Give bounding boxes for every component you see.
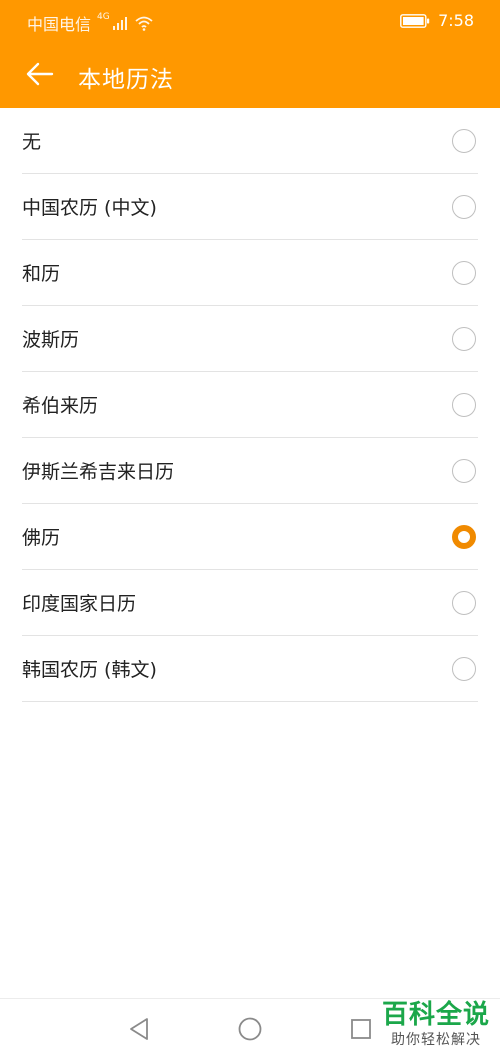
option-label: 印度国家日历 (22, 593, 137, 615)
battery-icon (400, 13, 430, 28)
nav-recents-button[interactable] (345, 1013, 377, 1045)
option-label: 佛历 (22, 527, 61, 549)
option-label: 和历 (22, 263, 61, 285)
app-header: 本地历法 (0, 42, 500, 108)
radio-button[interactable] (452, 458, 476, 483)
option-label: 中国农历 (中文) (22, 197, 157, 219)
list-item[interactable]: 和历 (22, 240, 478, 306)
list-item[interactable]: 印度国家日历 (22, 570, 478, 636)
status-time: 7:58 (438, 11, 474, 30)
triangle-back-icon (130, 1018, 148, 1040)
status-left: 中国电信 4G (27, 11, 154, 35)
list-item[interactable]: 波斯历 (22, 306, 478, 372)
carrier-name: 中国电信 (27, 15, 92, 34)
list-item[interactable]: 希伯来历 (22, 372, 478, 438)
option-label: 希伯来历 (22, 395, 99, 417)
nav-home-button[interactable] (234, 1013, 266, 1045)
list-item[interactable]: 佛历 (22, 504, 478, 570)
nav-back-button[interactable] (123, 1013, 155, 1045)
radio-button[interactable] (452, 128, 476, 153)
network-type: 4G (97, 12, 110, 22)
square-recents-icon (351, 1019, 371, 1039)
radio-button[interactable] (452, 524, 476, 549)
radio-button[interactable] (452, 194, 476, 219)
radio-button[interactable] (452, 260, 476, 285)
circle-home-icon (238, 1017, 262, 1041)
list-item[interactable]: 韩国农历 (韩文) (22, 636, 478, 702)
back-button[interactable] (18, 52, 62, 96)
list-item[interactable]: 中国农历 (中文) (22, 174, 478, 240)
arrow-left-icon (26, 62, 54, 86)
list-item[interactable]: 无 (22, 108, 478, 174)
page-title: 本地历法 (78, 67, 174, 93)
status-right: 7:58 (400, 11, 474, 30)
status-bar: 中国电信 4G 7:58 (0, 0, 500, 42)
option-label: 无 (22, 131, 42, 153)
wifi-icon (135, 16, 153, 31)
calendar-options-list: 无 中国农历 (中文) 和历 波斯历 希伯来历 伊斯兰希吉来日历 佛历 印度国家… (0, 108, 500, 702)
radio-button[interactable] (452, 326, 476, 351)
signal-icon (112, 17, 127, 30)
navigation-bar (0, 998, 500, 1058)
radio-button[interactable] (452, 656, 476, 681)
radio-button[interactable] (452, 392, 476, 417)
option-label: 伊斯兰希吉来日历 (22, 461, 175, 483)
option-label: 韩国农历 (韩文) (22, 659, 157, 681)
list-item[interactable]: 伊斯兰希吉来日历 (22, 438, 478, 504)
option-label: 波斯历 (22, 329, 80, 351)
radio-button[interactable] (452, 590, 476, 615)
